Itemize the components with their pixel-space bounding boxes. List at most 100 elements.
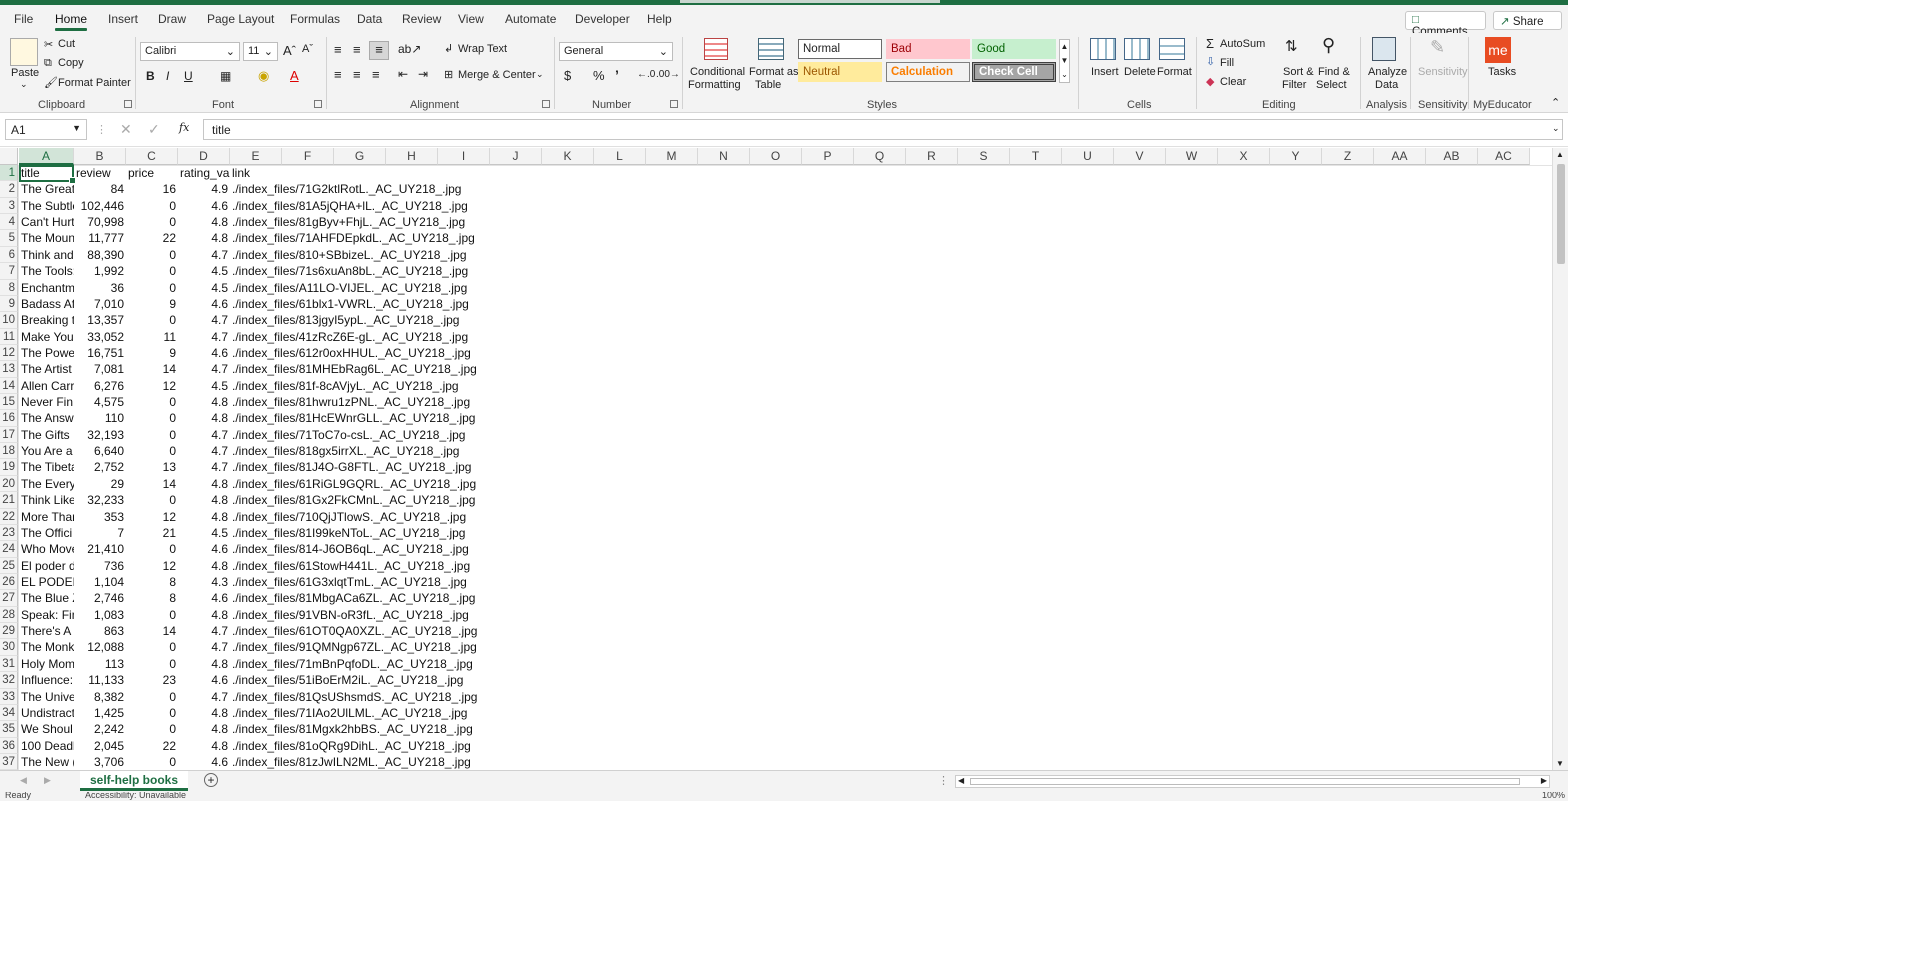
cell-e19[interactable]: ./index_files/81J4O-G8FTL._AC_UY218_.jpg [230,459,471,475]
cell-b19[interactable]: 2,752 [74,459,126,475]
cell-c36[interactable]: 22 [126,738,178,754]
style-check-cell[interactable]: Check Cell [972,62,1056,82]
cell-a2[interactable]: The Great [19,181,74,197]
insert-cells-icon[interactable] [1090,38,1116,60]
align-left-icon[interactable]: ≡ [334,67,342,82]
cell-b23[interactable]: 7 [74,525,126,541]
add-sheet-icon[interactable]: + [204,773,218,787]
cell-a35[interactable]: We Shoul [19,721,74,737]
cell-b7[interactable]: 1,992 [74,263,126,279]
wrap-text-button[interactable]: Wrap Text [458,43,507,55]
cell-c11[interactable]: 11 [126,329,178,345]
cell-c37[interactable]: 0 [126,754,178,770]
paste-icon[interactable] [10,38,38,66]
cell-a6[interactable]: Think and [19,247,74,263]
row-header-36[interactable]: 36 [0,737,18,754]
tab-automate[interactable]: Automate [505,12,556,26]
cell-c26[interactable]: 8 [126,574,178,590]
decrease-decimal-icon[interactable]: .00→ [656,69,680,80]
cell-c10[interactable]: 0 [126,312,178,328]
cell-e27[interactable]: ./index_files/81MbgACa6ZL._AC_UY218_.jpg [230,590,475,606]
format-painter-button[interactable]: Format Painter [58,77,131,89]
cell-e17[interactable]: ./index_files/71ToC7o-csL._AC_UY218_.jpg [230,427,470,443]
cell-a31[interactable]: Holy Mom [19,656,74,672]
cell-c24[interactable]: 0 [126,541,178,557]
accessibility-status[interactable]: Accessibility: Unavailable [85,792,186,800]
next-sheet-icon[interactable]: ▶ [44,775,51,786]
cell-e14[interactable]: ./index_files/81f-8cAVjyL._AC_UY218_.jpg [230,378,470,394]
cell-e5[interactable]: ./index_files/71AHFDEpkdL._AC_UY218_.jpg [230,230,475,246]
cell-d1[interactable]: rating_val [178,165,230,181]
row-header-17[interactable]: 17 [0,426,18,444]
increase-decimal-icon[interactable]: ←.0 [637,69,655,80]
column-header-f[interactable]: F [282,148,334,165]
cell-a19[interactable]: The Tibeta [19,459,74,475]
cell-e34[interactable]: ./index_files/71IAo2UlLML._AC_UY218_.jpg [230,705,470,721]
cell-c35[interactable]: 0 [126,721,178,737]
cell-b3[interactable]: 102,446 [74,198,126,214]
cell-d36[interactable]: 4.8 [178,738,230,754]
column-header-z[interactable]: Z [1322,148,1374,165]
cell-e3[interactable]: ./index_files/81A5jQHA+lL._AC_UY218_.jpg [230,198,470,214]
scroll-down-icon[interactable]: ▼ [1556,759,1564,768]
row-header-10[interactable]: 10 [0,312,18,329]
copy-icon[interactable]: ⧉ [44,57,52,70]
cell-a3[interactable]: The Subtle [19,198,74,214]
cell-d26[interactable]: 4.3 [178,574,230,590]
sheet-tab-self-help-books[interactable]: self-help books [80,771,189,791]
cell-a32[interactable]: Influence: [19,672,74,688]
cell-a15[interactable]: Never Fin [19,394,74,410]
cell-c9[interactable]: 9 [126,296,178,312]
cell-a29[interactable]: There's A [19,623,74,639]
tab-split-handle[interactable]: ⋮ [938,774,949,787]
cell-c18[interactable]: 0 [126,443,178,459]
cell-c1[interactable]: price [126,165,178,181]
align-middle-icon[interactable]: ≡ [353,42,361,57]
orientation-icon[interactable]: ab↗ [398,42,421,56]
cell-a9[interactable]: Badass Af [19,296,74,312]
column-header-h[interactable]: H [386,148,438,165]
cell-a20[interactable]: The Every [19,476,74,492]
comments-button[interactable]: □ Comments [1405,11,1486,38]
borders-icon[interactable]: ▦ [220,69,231,83]
cell-d18[interactable]: 4.7 [178,443,230,459]
cell-a27[interactable]: The Blue Z [19,590,74,606]
column-header-q[interactable]: Q [854,148,906,165]
cell-a17[interactable]: The Gifts [19,427,74,443]
row-header-11[interactable]: 11 [0,328,18,345]
cell-a37[interactable]: The New ( [19,754,74,770]
cell-d12[interactable]: 4.6 [178,345,230,361]
cell-d17[interactable]: 4.7 [178,427,230,443]
cell-e16[interactable]: ./index_files/81HcEWnrGLL._AC_UY218_.jpg [230,410,475,426]
row-header-8[interactable]: 8 [0,279,18,296]
cell-b29[interactable]: 863 [74,623,126,639]
row-header-37[interactable]: 37 [0,753,18,770]
cell-b10[interactable]: 13,357 [74,312,126,328]
cell-d6[interactable]: 4.7 [178,247,230,263]
cell-b31[interactable]: 113 [74,656,126,672]
cell-c23[interactable]: 21 [126,525,178,541]
worksheet-grid[interactable]: A B C D E F G H I J K L M N O P Q R S T U V W X Y Z AA AB AC 1 2 3 4 5 6 7 8… [0,148,1552,770]
row-header-23[interactable]: 23 [0,524,18,542]
cell-e22[interactable]: ./index_files/710QjJTlowS._AC_UY218_.jpg [230,509,470,525]
cell-a10[interactable]: Breaking t [19,312,74,328]
collapse-ribbon-icon[interactable]: ⌃ [1551,96,1560,109]
cell-b13[interactable]: 7,081 [74,361,126,377]
cell-a26[interactable]: EL PODER [19,574,74,590]
tab-data[interactable]: Data [357,12,382,26]
cell-b9[interactable]: 7,010 [74,296,126,312]
paste-button[interactable]: Paste [11,67,39,79]
column-header-a[interactable]: A [19,148,74,165]
cell-c22[interactable]: 12 [126,509,178,525]
cell-a13[interactable]: The Artist [19,361,74,377]
row-header-5[interactable]: 5 [0,230,18,247]
chevron-down-icon[interactable]: ⌄ [536,69,544,80]
cell-d11[interactable]: 4.7 [178,329,230,345]
cell-b18[interactable]: 6,640 [74,443,126,459]
align-top-icon[interactable]: ≡ [334,42,342,57]
decrease-indent-icon[interactable]: ⇤ [398,67,408,81]
alignment-launcher-icon[interactable] [542,100,550,108]
cut-icon[interactable]: ✂ [44,38,53,51]
cell-b16[interactable]: 110 [74,410,126,426]
cell-e2[interactable]: ./index_files/71G2ktlRotL._AC_UY218_.jpg [230,181,470,197]
